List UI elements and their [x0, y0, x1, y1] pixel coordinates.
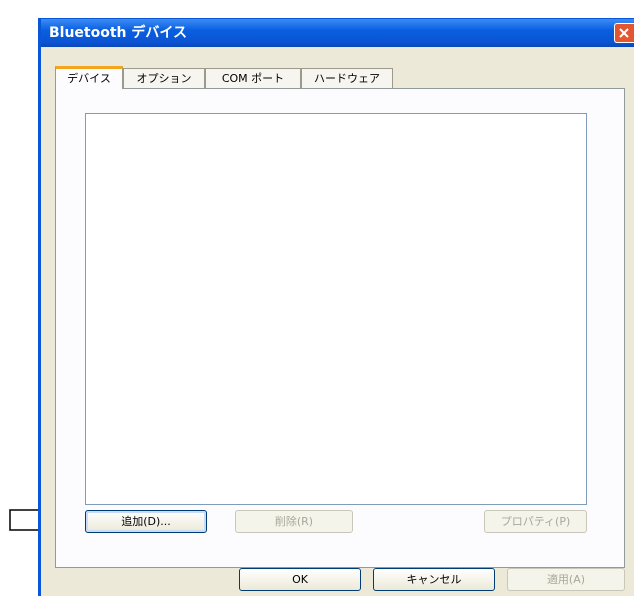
tab-hardware[interactable]: ハードウェア	[301, 68, 393, 88]
properties-button[interactable]: プロパティ(P)	[484, 510, 587, 533]
ok-button[interactable]: OK	[239, 568, 361, 591]
tab-com-ports[interactable]: COM ポート	[205, 68, 301, 88]
cancel-button[interactable]: キャンセル	[373, 568, 495, 591]
remove-button[interactable]: 削除(R)	[235, 510, 353, 533]
bluetooth-devices-dialog: Bluetooth デバイス デバイス オプション COM ポート ハードウェア…	[38, 18, 634, 596]
add-button[interactable]: 追加(D)...	[85, 510, 207, 533]
title-bar: Bluetooth デバイス	[41, 19, 634, 47]
tab-devices[interactable]: デバイス	[55, 66, 123, 89]
apply-button[interactable]: 適用(A)	[507, 568, 625, 591]
tab-options[interactable]: オプション	[123, 68, 205, 88]
close-icon	[619, 28, 629, 38]
window-title: Bluetooth デバイス	[49, 25, 187, 41]
devices-tab-panel: 追加(D)... 削除(R) プロパティ(P)	[55, 88, 625, 568]
close-button[interactable]	[614, 23, 634, 43]
device-list[interactable]	[85, 113, 587, 505]
